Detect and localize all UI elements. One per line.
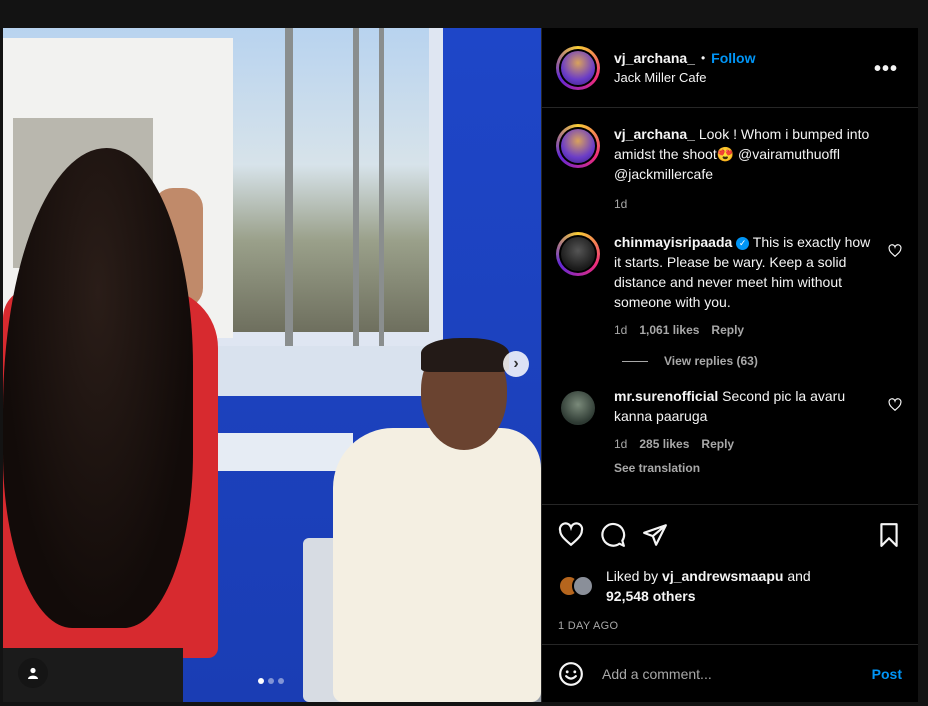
comments-list[interactable]: vj_archana_ Look ! Whom i bumped into am… (542, 108, 918, 504)
tagged-users-button[interactable] (18, 658, 48, 688)
view-replies-button[interactable]: View replies (63) (622, 354, 904, 368)
more-icon[interactable]: ••• (874, 58, 898, 81)
view-replies-label: View replies (63) (664, 354, 758, 368)
comment-username[interactable]: mr.surenofficial (614, 388, 718, 404)
comment-item: mr.surenofficial Second pic la avaru kan… (556, 386, 904, 478)
post-media[interactable]: › (3, 28, 541, 702)
follow-button[interactable]: Follow (711, 50, 755, 66)
likes-count[interactable]: 92,548 others (606, 588, 696, 604)
caption: vj_archana_ Look ! Whom i bumped into am… (556, 124, 904, 214)
comment-username[interactable]: chinmayisripaada (614, 234, 732, 250)
avatar[interactable] (556, 232, 600, 276)
share-icon[interactable] (642, 522, 668, 548)
caption-time[interactable]: 1d (614, 194, 627, 214)
post-time[interactable]: 1 DAY AGO (542, 608, 918, 644)
heart-icon[interactable] (888, 398, 902, 412)
post-header: vj_archana_ • Follow Jack Miller Cafe ••… (542, 28, 918, 108)
post-sidebar: vj_archana_ • Follow Jack Miller Cafe ••… (541, 28, 918, 702)
comment-input[interactable] (602, 665, 872, 682)
likes-summary: Liked by vj_andrewsmaapu and 92,548 othe… (542, 564, 918, 608)
reply-button[interactable]: Reply (701, 434, 734, 454)
see-translation-button[interactable]: See translation (614, 458, 874, 478)
comment-likes[interactable]: 1,061 likes (639, 320, 699, 340)
heart-icon[interactable] (888, 244, 902, 258)
chevron-right-icon: › (513, 355, 519, 372)
comment-time[interactable]: 1d (614, 320, 627, 340)
avatar (572, 575, 594, 597)
liked-by-prefix: Liked by (606, 568, 663, 584)
action-bar (542, 504, 918, 564)
liked-by-avatars[interactable] (558, 575, 598, 597)
reply-button[interactable]: Reply (711, 320, 744, 340)
next-media-button[interactable]: › (503, 351, 529, 377)
carousel-dot (268, 678, 274, 684)
post-photo (3, 28, 541, 702)
bookmark-icon[interactable] (876, 522, 902, 548)
comment-time[interactable]: 1d (614, 434, 627, 454)
comment-icon[interactable] (600, 522, 626, 548)
author-username[interactable]: vj_archana_ (614, 50, 695, 66)
separator-dot: • (700, 51, 706, 65)
caption-username[interactable]: vj_archana_ (614, 126, 695, 142)
comment-likes[interactable]: 285 likes (639, 434, 689, 454)
comment-composer: Post (542, 644, 918, 702)
user-tag-icon (28, 667, 38, 679)
carousel-indicator (258, 678, 284, 684)
carousel-dot (278, 678, 284, 684)
avatar[interactable] (556, 386, 600, 430)
emoji-icon[interactable] (558, 661, 584, 687)
liked-by-and: and (783, 568, 811, 584)
liked-by-username[interactable]: vj_andrewsmaapu (662, 568, 783, 584)
post-modal: › vj_archana_ • Follow Jack Miller Cafe … (3, 28, 918, 702)
post-location[interactable]: Jack Miller Cafe (614, 70, 755, 85)
comment-item: chinmayisripaada ✓ This is exactly how i… (556, 232, 904, 340)
verified-icon: ✓ (736, 237, 750, 250)
post-comment-button[interactable]: Post (872, 666, 902, 682)
carousel-dot (258, 678, 264, 684)
avatar[interactable] (556, 45, 600, 90)
heart-icon[interactable] (558, 521, 584, 548)
avatar[interactable] (556, 124, 600, 168)
